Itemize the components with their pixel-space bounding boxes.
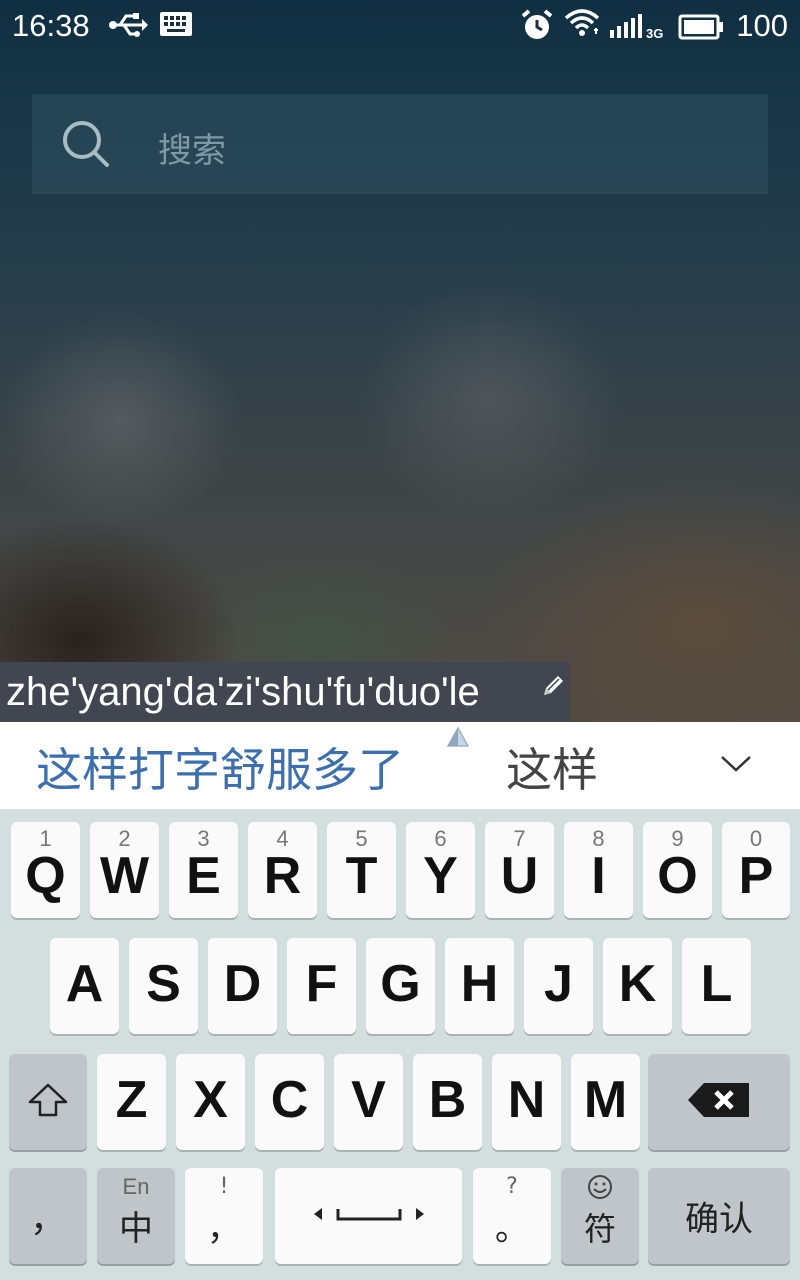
confirm-label: 确认 <box>685 1199 753 1240</box>
comma-label: ， <box>29 1199 66 1240</box>
key-letter: J <box>544 955 573 1013</box>
key-f[interactable]: F <box>287 938 356 1034</box>
emoji-icon <box>561 1174 639 1206</box>
key-letter: I <box>591 847 606 905</box>
key-n[interactable]: N <box>492 1054 561 1150</box>
lang-zh-label: 中 <box>119 1209 153 1249</box>
key-letter: R <box>263 847 302 905</box>
battery-level: 100 <box>736 8 788 43</box>
network-type-label: 3G <box>646 26 663 40</box>
search-bar[interactable]: 搜索 <box>32 94 768 194</box>
backspace-key[interactable] <box>648 1054 790 1150</box>
key-letter: K <box>618 955 657 1013</box>
key-letter: W <box>99 847 150 905</box>
key-l[interactable]: L <box>682 938 751 1034</box>
key-letter: H <box>460 955 499 1013</box>
symbol-key[interactable]: 符 <box>561 1168 639 1264</box>
key-letter: T <box>345 847 378 905</box>
alarm-icon <box>520 8 554 50</box>
key-a[interactable]: A <box>50 938 119 1034</box>
key-o[interactable]: 9 O <box>643 822 712 918</box>
key-letter: F <box>305 955 338 1013</box>
edit-pencil-icon[interactable] <box>540 656 566 716</box>
space-bar-icon <box>275 1199 462 1233</box>
key-letter: B <box>428 1071 467 1129</box>
confirm-key[interactable]: 确认 <box>648 1168 790 1264</box>
key-c[interactable]: C <box>255 1054 324 1150</box>
key-q[interactable]: 1 Q <box>11 822 80 918</box>
shift-key[interactable] <box>9 1054 87 1150</box>
key-letter: P <box>738 847 774 905</box>
key-m[interactable]: M <box>571 1054 640 1150</box>
key-y[interactable]: 6 Y <box>406 822 475 918</box>
key-p[interactable]: 0 P <box>722 822 790 918</box>
key-e[interactable]: 3 E <box>169 822 238 918</box>
search-icon <box>60 118 112 174</box>
key-letter: D <box>223 955 262 1013</box>
period-key[interactable]: ? 。 <box>473 1168 551 1264</box>
key-v[interactable]: V <box>334 1054 403 1150</box>
cellular-signal-icon: 3G <box>610 12 666 48</box>
wifi-icon <box>564 8 600 46</box>
key-letter: O <box>657 847 698 905</box>
backspace-icon <box>648 1080 790 1124</box>
key-letter: L <box>700 955 733 1013</box>
key-b[interactable]: B <box>413 1054 482 1150</box>
key-d[interactable]: D <box>208 938 277 1034</box>
ime-composition-text[interactable]: zhe'yang'da'zi'shu'fu'duo'le <box>0 662 570 722</box>
period-hint: ? <box>506 1174 518 1199</box>
key-k[interactable]: K <box>603 938 672 1034</box>
key-letter: Y <box>423 847 458 905</box>
key-w[interactable]: 2 W <box>90 822 159 918</box>
key-letter: V <box>351 1071 386 1129</box>
cloud-candidate-icon <box>444 726 470 754</box>
space-key[interactable] <box>275 1168 462 1264</box>
status-bar: 16:38 3G 100 <box>0 0 800 50</box>
lang-en-label: En <box>122 1174 150 1199</box>
key-letter: Z <box>115 1071 148 1129</box>
key-letter: S <box>146 955 181 1013</box>
key-i[interactable]: 8 I <box>564 822 633 918</box>
key-letter: X <box>193 1071 228 1129</box>
key-s[interactable]: S <box>129 938 198 1034</box>
usb-icon <box>108 10 148 48</box>
key-letter: A <box>65 955 104 1013</box>
composition-pinyin: zhe'yang'da'zi'shu'fu'duo'le <box>6 670 480 714</box>
symbol-label: 符 <box>583 1210 616 1248</box>
punct-label: ， <box>207 1209 241 1249</box>
language-switch-key[interactable]: En 中 <box>97 1168 175 1264</box>
key-letter: N <box>507 1071 546 1129</box>
key-letter: Q <box>25 847 66 905</box>
candidate-bar: 这样打字舒服多了 这样 <box>0 722 800 809</box>
key-j[interactable]: J <box>524 938 593 1034</box>
key-letter: M <box>583 1071 628 1129</box>
key-letter: G <box>380 955 421 1013</box>
key-letter: E <box>186 847 221 905</box>
status-time: 16:38 <box>12 8 90 43</box>
punct-hint: ! <box>219 1174 229 1199</box>
key-h[interactable]: H <box>445 938 514 1034</box>
keyboard: 1 Q 2 W 3 E 4 R 5 T 6 Y 7 U 8 I 9 O 0 P … <box>0 809 800 1280</box>
key-t[interactable]: 5 T <box>327 822 396 918</box>
candidate-secondary[interactable]: 这样 <box>506 734 598 800</box>
key-u[interactable]: 7 U <box>485 822 554 918</box>
key-letter: U <box>500 847 539 905</box>
key-letter: C <box>270 1071 309 1129</box>
search-input[interactable]: 搜索 <box>158 123 226 172</box>
key-z[interactable]: Z <box>97 1054 166 1150</box>
key-g[interactable]: G <box>366 938 435 1034</box>
key-r[interactable]: 4 R <box>248 822 317 918</box>
punctuation-key[interactable]: ! ， <box>185 1168 263 1264</box>
candidate-primary[interactable]: 这样打字舒服多了 <box>36 734 404 800</box>
battery-icon <box>678 12 724 48</box>
comma-key[interactable]: ， <box>9 1168 87 1264</box>
period-label: 。 <box>495 1209 529 1249</box>
key-x[interactable]: X <box>176 1054 245 1150</box>
keyboard-icon <box>160 10 192 46</box>
shift-icon <box>9 1082 87 1122</box>
chevron-down-icon[interactable] <box>718 752 754 780</box>
